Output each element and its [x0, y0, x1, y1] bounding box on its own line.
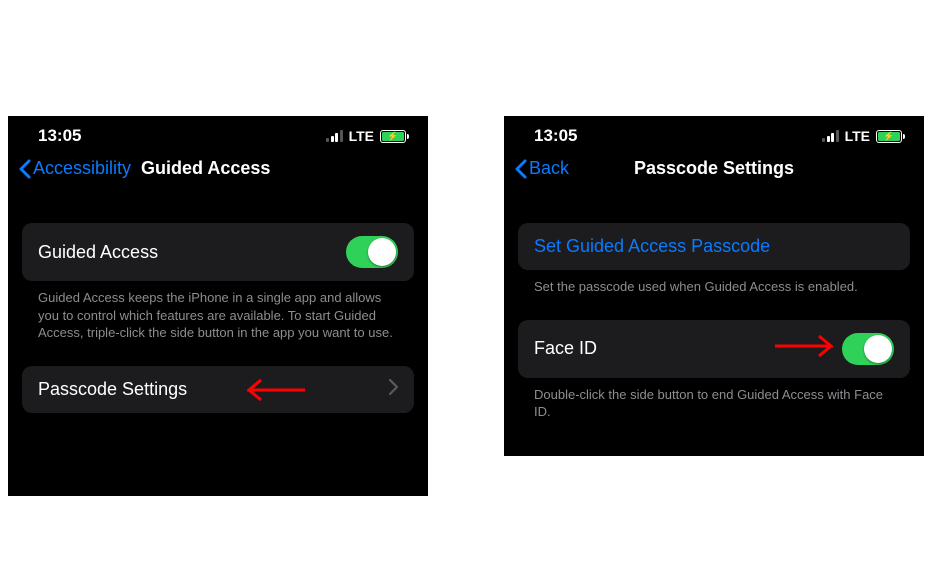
face-id-footer: Double-click the side button to end Guid… — [518, 378, 910, 437]
annotation-arrow-icon — [773, 332, 833, 360]
set-guided-access-passcode-row[interactable]: Set Guided Access Passcode — [518, 223, 910, 270]
content-area: Guided Access Guided Access keeps the iP… — [8, 193, 428, 413]
set-passcode-footer: Set the passcode used when Guided Access… — [518, 270, 910, 312]
battery-charging-icon: ⚡ — [876, 130, 902, 143]
back-label: Accessibility — [33, 158, 131, 179]
guided-access-toggle-row[interactable]: Guided Access — [22, 223, 414, 281]
signal-icon — [822, 130, 839, 142]
guided-access-toggle-group: Guided Access Guided Access keeps the iP… — [22, 223, 414, 358]
chevron-right-icon — [389, 379, 398, 400]
back-label: Back — [529, 158, 569, 179]
back-button[interactable]: Back — [514, 158, 569, 179]
status-bar: 13:05 LTE ⚡ — [504, 116, 924, 152]
row-label: Passcode Settings — [38, 379, 187, 400]
chevron-left-icon — [514, 159, 527, 179]
face-id-toggle-row[interactable]: Face ID — [518, 320, 910, 378]
nav-bar: Accessibility Guided Access — [8, 152, 428, 193]
network-label: LTE — [349, 128, 374, 144]
status-time: 13:05 — [38, 126, 81, 146]
signal-icon — [326, 130, 343, 142]
status-bar: 13:05 LTE ⚡ — [8, 116, 428, 152]
network-label: LTE — [845, 128, 870, 144]
guided-access-toggle[interactable] — [346, 236, 398, 268]
phone-screen-guided-access: 13:05 LTE ⚡ Accessibility Guided Access … — [8, 116, 428, 496]
content-area: Set Guided Access Passcode Set the passc… — [504, 193, 924, 437]
nav-bar: Back Passcode Settings — [504, 152, 924, 193]
row-label: Face ID — [534, 338, 597, 359]
face-id-group: Face ID Double-click the side button to … — [518, 320, 910, 437]
annotation-arrow-icon — [247, 376, 307, 404]
phone-screen-passcode-settings: 13:05 LTE ⚡ Back Passcode Settings Set G… — [504, 116, 924, 456]
status-indicators: LTE ⚡ — [822, 128, 902, 144]
set-passcode-group: Set Guided Access Passcode Set the passc… — [518, 223, 910, 312]
passcode-settings-row[interactable]: Passcode Settings — [22, 366, 414, 413]
page-title: Guided Access — [141, 158, 270, 179]
battery-charging-icon: ⚡ — [380, 130, 406, 143]
status-time: 13:05 — [534, 126, 577, 146]
guided-access-description: Guided Access keeps the iPhone in a sing… — [22, 281, 414, 358]
back-button[interactable]: Accessibility — [18, 158, 131, 179]
chevron-left-icon — [18, 159, 31, 179]
face-id-toggle[interactable] — [842, 333, 894, 365]
status-indicators: LTE ⚡ — [326, 128, 406, 144]
row-label: Set Guided Access Passcode — [534, 236, 770, 257]
passcode-settings-group: Passcode Settings — [22, 366, 414, 413]
row-label: Guided Access — [38, 242, 158, 263]
